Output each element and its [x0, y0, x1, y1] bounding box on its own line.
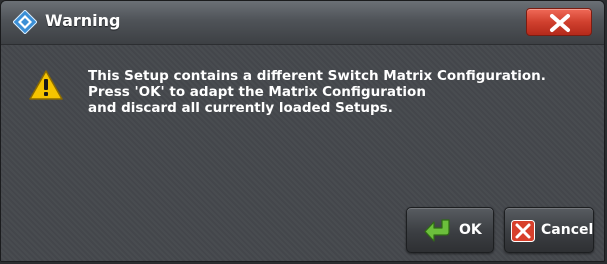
ok-button[interactable]: OK — [406, 207, 494, 253]
green-arrow-icon — [423, 218, 453, 248]
warning-message: This Setup contains a different Switch M… — [88, 68, 546, 116]
dialog-title: Warning — [45, 11, 121, 30]
app-logo-icon — [12, 9, 38, 35]
cancel-button-label: Cancel — [541, 222, 594, 238]
cancel-button[interactable]: Cancel — [504, 207, 594, 253]
ok-button-label: OK — [459, 222, 482, 238]
close-button[interactable] — [526, 8, 592, 36]
warning-dialog: Warning This Setup contains a different … — [0, 0, 605, 262]
dialog-body: This Setup contains a different Switch M… — [1, 45, 604, 261]
title-bar[interactable]: Warning — [1, 1, 604, 45]
close-x-icon — [550, 14, 570, 32]
red-x-icon — [511, 220, 535, 246]
warning-triangle-icon — [29, 69, 63, 101]
